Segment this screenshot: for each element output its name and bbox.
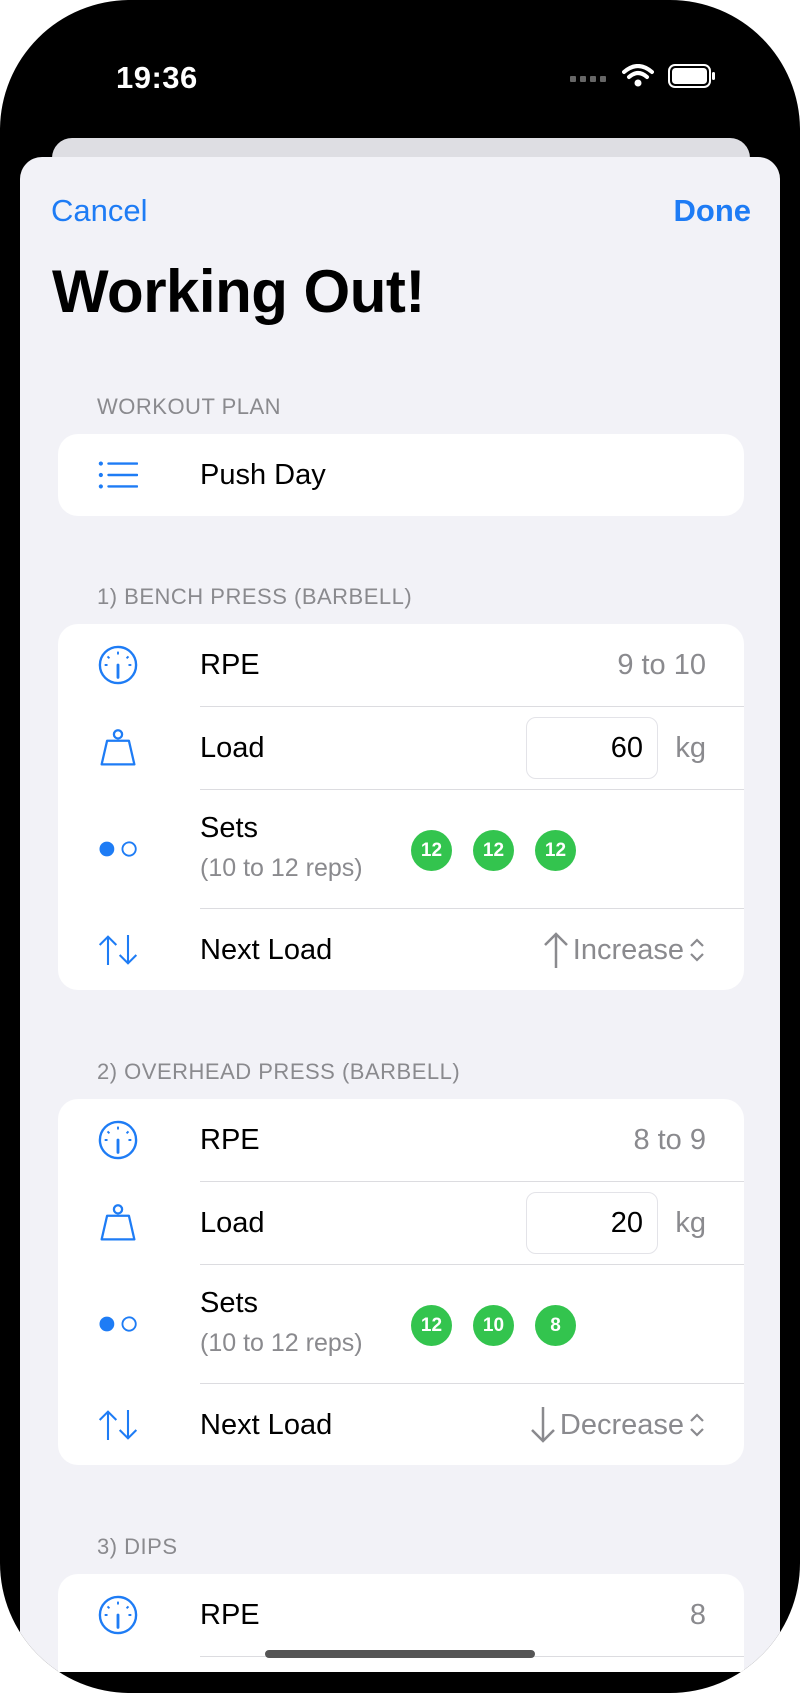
chevron-up-down-icon	[690, 938, 704, 962]
sets-toggle-icon	[98, 829, 138, 869]
set-badge[interactable]: 12	[411, 830, 452, 871]
page-title: Working Out!	[52, 258, 425, 325]
cancel-button[interactable]: Cancel	[51, 193, 148, 229]
sets-label: Sets	[200, 812, 259, 844]
next-load-picker[interactable]: Decrease	[530, 1406, 706, 1444]
set-badge[interactable]: 12	[535, 830, 576, 871]
wifi-icon	[622, 64, 654, 87]
load-label: Load	[200, 731, 265, 764]
workout-plan-card[interactable]: Push Day	[58, 434, 744, 516]
weight-icon	[98, 1203, 138, 1243]
set-badges: 12 12 12	[411, 830, 576, 871]
rpe-label: RPE	[200, 1598, 260, 1631]
workout-sheet: Cancel Done Working Out! WORKOUT PLAN Pu…	[20, 157, 780, 1672]
set-badge[interactable]: 8	[535, 1305, 576, 1346]
load-input[interactable]: 20	[526, 1192, 658, 1254]
rpe-row[interactable]: RPE 9 to 10	[58, 624, 744, 706]
phone-frame: 19:36 Cancel Done Working Out! WORKOUT P…	[0, 0, 800, 1693]
battery-icon	[668, 64, 715, 88]
rpe-row[interactable]: RPE 8	[58, 1574, 744, 1656]
set-badges: 12 10 8	[411, 1305, 576, 1346]
load-label: Load	[200, 1206, 265, 1239]
rpe-value: 8	[689, 1598, 706, 1631]
rpe-value: 8 to 9	[633, 1123, 706, 1156]
rpe-label: RPE	[200, 1123, 260, 1156]
next-load-row[interactable]: Next Load Decrease	[58, 1384, 744, 1465]
list-icon	[98, 455, 138, 495]
sets-row: Sets (10 to 12 reps) 12 12 12	[58, 790, 744, 908]
done-button[interactable]: Done	[674, 193, 752, 229]
exercise-card-1: RPE 9 to 10 Load 60 kg Sets (10 to 12 re…	[58, 624, 744, 990]
gauge-icon	[98, 1595, 138, 1635]
cellular-signal-icon	[570, 76, 606, 82]
arrow-down-icon	[530, 1407, 555, 1443]
next-load-value: Decrease	[559, 1408, 684, 1441]
load-row: Load 60 kg	[58, 707, 744, 789]
sets-row: Sets (10 to 12 reps) 12 10 8	[58, 1265, 744, 1383]
section-header-exercise-1: 1) BENCH PRESS (BARBELL)	[97, 584, 413, 609]
home-indicator[interactable]	[265, 1650, 535, 1658]
load-unit: kg	[675, 731, 706, 764]
rpe-value: 9 to 10	[617, 648, 706, 681]
rpe-row[interactable]: RPE 8 to 9	[58, 1099, 744, 1181]
set-badge[interactable]: 12	[473, 830, 514, 871]
section-header-exercise-3: 3) DIPS	[97, 1534, 178, 1559]
load-row: Load 20 kg	[58, 1182, 744, 1264]
sets-label: Sets	[200, 1287, 259, 1319]
workout-plan-row[interactable]: Push Day	[58, 434, 744, 516]
next-load-label: Next Load	[200, 933, 333, 966]
section-header-workout-plan: WORKOUT PLAN	[97, 394, 282, 419]
weight-icon	[98, 728, 138, 768]
rpe-label: RPE	[200, 648, 260, 681]
up-down-arrows-icon	[98, 1405, 138, 1445]
status-icons	[570, 64, 716, 88]
gauge-icon	[98, 1120, 138, 1160]
set-badge[interactable]: 12	[411, 1305, 452, 1346]
next-load-row[interactable]: Next Load Increase	[58, 909, 744, 990]
chevron-up-down-icon	[690, 1413, 704, 1437]
workout-plan-name: Push Day	[200, 458, 326, 491]
gauge-icon	[98, 645, 138, 685]
section-header-exercise-2: 2) OVERHEAD PRESS (BARBELL)	[97, 1059, 461, 1084]
sets-rep-range: (10 to 12 reps)	[200, 1329, 363, 1357]
next-load-label: Next Load	[200, 1408, 333, 1441]
load-unit: kg	[675, 1206, 706, 1239]
exercise-card-2: RPE 8 to 9 Load 20 kg Sets (10 to 12 rep…	[58, 1099, 744, 1465]
arrow-up-icon	[543, 932, 568, 968]
set-badge[interactable]: 10	[473, 1305, 514, 1346]
sets-rep-range: (10 to 12 reps)	[200, 854, 363, 882]
status-time: 19:36	[116, 60, 198, 95]
next-load-value: Increase	[572, 933, 684, 966]
load-input[interactable]: 60	[526, 717, 658, 779]
sets-toggle-icon	[98, 1304, 138, 1344]
up-down-arrows-icon	[98, 930, 138, 970]
next-load-picker[interactable]: Increase	[543, 931, 706, 969]
